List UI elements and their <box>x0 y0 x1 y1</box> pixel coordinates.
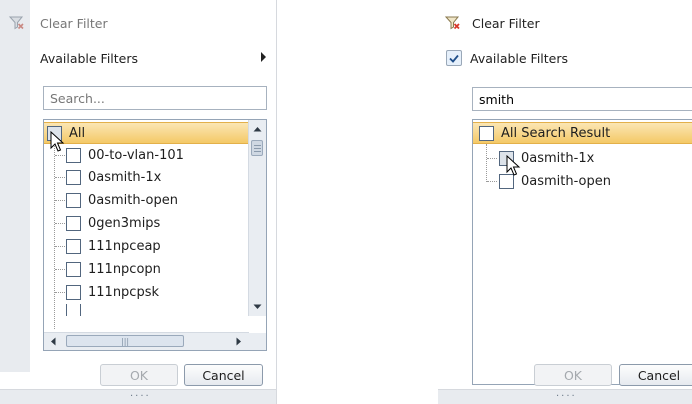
clear-filter-menu-item[interactable]: Clear Filter <box>8 10 108 36</box>
scroll-down-button[interactable] <box>249 298 266 315</box>
tree-row[interactable]: 0gen3mips <box>44 212 160 234</box>
tree-row[interactable]: 00-to-vlan-101 <box>44 144 184 166</box>
tree-row[interactable]: 0asmith-open <box>473 170 611 192</box>
scroll-right-button[interactable] <box>230 333 247 350</box>
checkbox[interactable] <box>66 238 81 254</box>
resize-grip[interactable]: ···· <box>438 389 692 404</box>
tree-row-partial <box>44 304 88 316</box>
tree-row[interactable]: 0asmith-1x <box>473 147 594 169</box>
tree-item-label: 111npcpsk <box>88 284 160 300</box>
checkbox[interactable] <box>499 150 514 166</box>
clear-filter-label: Clear Filter <box>472 15 540 31</box>
scroll-up-button[interactable] <box>249 120 266 137</box>
tree-item-label: 0asmith-1x <box>88 169 162 185</box>
checkbox[interactable] <box>47 125 62 141</box>
tree-row-all[interactable]: All <box>44 122 249 144</box>
search-input[interactable] <box>472 87 692 111</box>
available-filters-label: Available Filters <box>470 50 569 66</box>
clear-filter-label: Clear Filter <box>40 15 108 31</box>
tree-item-label: 0asmith-1x <box>521 150 595 166</box>
right-filter-panel: Clear Filter Available Filters All Searc… <box>438 0 692 404</box>
scroll-left-button[interactable] <box>44 333 61 350</box>
resize-grip-icon: ···· <box>556 391 577 402</box>
tree-item-label: All <box>69 125 86 141</box>
ok-button[interactable]: OK <box>100 364 178 386</box>
submenu-arrow-icon <box>261 52 266 62</box>
checkbox[interactable] <box>66 192 81 208</box>
resize-grip-icon: ···· <box>130 391 151 402</box>
clear-filter-icon <box>444 14 462 32</box>
filter-tree: All Search Result 0asmith-1x 0asmith-ope… <box>472 119 692 385</box>
tree-item-label: 111npcopn <box>88 261 161 277</box>
ok-button[interactable]: OK <box>534 364 612 386</box>
checkbox[interactable] <box>479 125 494 141</box>
tree-item-label: 0gen3mips <box>88 215 161 231</box>
available-filters-menu-item[interactable]: Available Filters <box>40 45 270 71</box>
tree-item-label: 0asmith-open <box>88 192 178 208</box>
clear-filter-icon <box>8 14 26 32</box>
tree-row[interactable]: 0asmith-open <box>44 189 178 211</box>
checkmark-icon <box>446 50 462 66</box>
tree-item-label: 00-to-vlan-101 <box>88 147 184 163</box>
horizontal-scrollbar[interactable]: ||| <box>44 332 249 350</box>
checkbox[interactable] <box>66 215 81 231</box>
available-filters-menu-item[interactable]: Available Filters <box>446 45 568 71</box>
tree-item-label: All Search Result <box>501 125 611 141</box>
checkbox[interactable] <box>499 173 514 189</box>
tree-item-label: 0asmith-open <box>521 173 611 189</box>
resize-grip[interactable]: ···· <box>0 389 276 404</box>
vertical-scroll-thumb[interactable] <box>251 140 263 156</box>
checkbox[interactable] <box>66 147 81 163</box>
tree-row[interactable]: 0asmith-1x <box>44 166 161 188</box>
tree-item-label: 111npceap <box>88 238 161 254</box>
scroll-corner <box>249 333 266 350</box>
tree-row[interactable]: 111npcpsk <box>44 281 159 303</box>
menu-icon-gutter <box>0 0 30 372</box>
left-filter-panel: Clear Filter Available Filters All 00-to… <box>0 0 277 404</box>
horizontal-scroll-thumb[interactable]: ||| <box>66 335 184 347</box>
clear-filter-menu-item[interactable]: Clear Filter <box>444 10 540 36</box>
available-filters-label: Available Filters <box>40 50 139 66</box>
checkbox[interactable] <box>66 169 81 185</box>
tree-row[interactable]: 111npceap <box>44 235 161 257</box>
checkbox[interactable] <box>66 284 81 300</box>
tree-row[interactable]: 111npcopn <box>44 258 161 280</box>
cancel-button[interactable]: Cancel <box>184 364 263 386</box>
checkbox <box>66 304 81 316</box>
checkbox[interactable] <box>66 261 81 277</box>
tree-row-all-search-result[interactable]: All Search Result <box>473 122 692 144</box>
search-input[interactable] <box>43 86 267 110</box>
vertical-scrollbar[interactable] <box>248 120 266 316</box>
cancel-button[interactable]: Cancel <box>619 364 692 386</box>
filter-tree: All 00-to-vlan-101 0asmith-1x 0asmith-op… <box>43 119 267 351</box>
